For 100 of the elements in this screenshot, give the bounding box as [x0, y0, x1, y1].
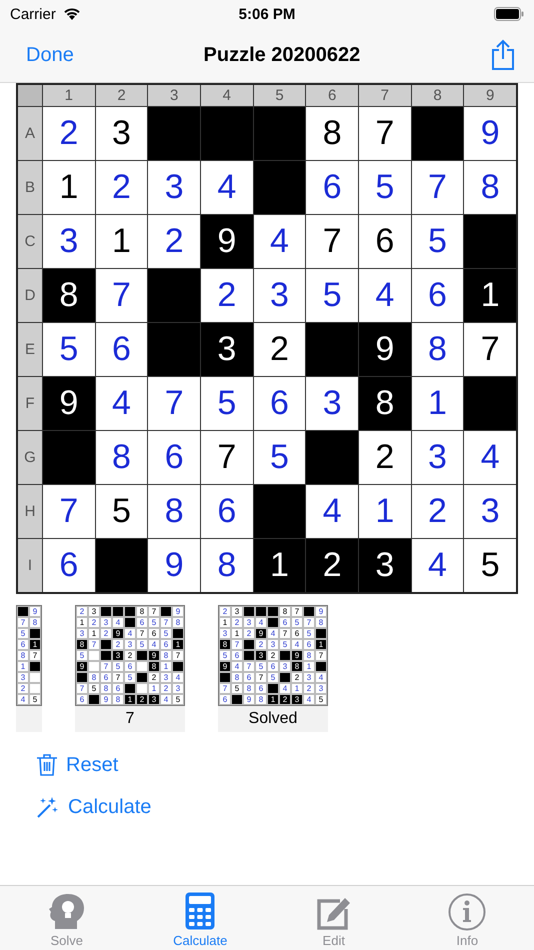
grid-cell[interactable]: 7	[96, 269, 148, 322]
grid-cell[interactable]	[43, 431, 95, 484]
action-link[interactable]: Reset	[36, 753, 118, 777]
grid-cell[interactable]	[464, 377, 516, 430]
grid-cell[interactable]	[306, 431, 358, 484]
grid-cell[interactable]	[254, 107, 306, 160]
trash-icon	[36, 753, 58, 777]
grid-cell[interactable]: 5	[43, 323, 95, 376]
grid-cell[interactable]: 6	[201, 485, 253, 538]
column-header: 5	[254, 85, 306, 106]
row-header: I	[18, 539, 42, 592]
tab-item[interactable]: Calculate	[134, 886, 267, 950]
grid-cell[interactable]: 9	[148, 539, 200, 592]
grid-cell[interactable]	[96, 539, 148, 592]
grid-cell[interactable]: 6	[254, 377, 306, 430]
grid-cell[interactable]: 8	[412, 323, 464, 376]
grid-cell[interactable]: 9	[201, 215, 253, 268]
grid-cell[interactable]: 5	[254, 431, 306, 484]
row-header: D	[18, 269, 42, 322]
grid-cell[interactable]: 3	[359, 539, 411, 592]
grid-cell[interactable]: 8	[148, 485, 200, 538]
grid-cell[interactable]: 1	[359, 485, 411, 538]
grid-cell[interactable]: 2	[43, 107, 95, 160]
share-icon[interactable]	[490, 39, 516, 71]
grid-cell[interactable]: 2	[201, 269, 253, 322]
grid-cell[interactable]: 7	[148, 377, 200, 430]
grid-cell[interactable]: 7	[412, 161, 464, 214]
column-header: 2	[96, 85, 148, 106]
grid-cell[interactable]: 3	[306, 377, 358, 430]
grid-cell[interactable]: 5	[464, 539, 516, 592]
grid-cell[interactable]: 2	[412, 485, 464, 538]
calculator-icon	[184, 891, 216, 931]
grid-cell[interactable]: 4	[254, 215, 306, 268]
grid-cell[interactable]	[412, 107, 464, 160]
grid-cell[interactable]: 7	[464, 323, 516, 376]
grid-cell[interactable]: 9	[359, 323, 411, 376]
thumbnail-grid[interactable]: 2 3 8 7 9 1 2 3 4 6 5 7 8 3 1 2 9 4 7 6 5 8 7 2 3 5 4 6 1 5 3 2 9 8 7 9 7 5 6 8 1 8 6 7 5 2 3 4 7 5 8 6 1 2 3 6 9 8 1 2 3 4 5	[75, 605, 185, 706]
grid-cell[interactable]: 1	[254, 539, 306, 592]
thumbnail-grid[interactable]: 9 7 8 5 6 1 8 7 1 3 2 4 5	[16, 605, 42, 706]
grid-cell[interactable]: 2	[254, 323, 306, 376]
grid-cell[interactable]: 5	[306, 269, 358, 322]
grid-cell[interactable]: 4	[464, 431, 516, 484]
grid-cell[interactable]: 2	[306, 539, 358, 592]
thumbnail-grid[interactable]: 2 3 8 7 9 1 2 3 4 6 5 7 8 3 1 2 9 4 7 6 5 8 7 2 3 5 4 6 1 5 6 3 2 9 8 7 9 4 7 5 6 3 8 1 8 6 7 5 2 3 4 7 5 8 6 4 1 2 3 6 9 8 1 2 3 4 5	[218, 605, 328, 706]
grid-cell[interactable]: 5	[96, 485, 148, 538]
grid-cell[interactable]: 6	[359, 215, 411, 268]
grid-cell[interactable]: 8	[96, 431, 148, 484]
grid-cell[interactable]: 6	[306, 161, 358, 214]
grid-cell[interactable]: 8	[201, 539, 253, 592]
grid-cell[interactable]: 2	[359, 431, 411, 484]
grid-cell[interactable]: 1	[96, 215, 148, 268]
grid-cell[interactable]	[148, 323, 200, 376]
grid-cell[interactable]: 2	[96, 161, 148, 214]
grid-cell[interactable]: 3	[201, 323, 253, 376]
row-header: A	[18, 107, 42, 160]
grid-cell[interactable]: 4	[306, 485, 358, 538]
grid-cell[interactable]: 5	[201, 377, 253, 430]
grid-cell[interactable]: 8	[464, 161, 516, 214]
grid-cell[interactable]	[306, 323, 358, 376]
action-link[interactable]: Calculate	[36, 795, 152, 819]
grid-cell[interactable]	[254, 161, 306, 214]
grid-cell[interactable]: 7	[43, 485, 95, 538]
grid-cell[interactable]: 7	[359, 107, 411, 160]
grid-cell[interactable]: 7	[201, 431, 253, 484]
grid-cell[interactable]: 3	[43, 215, 95, 268]
grid-cell[interactable]: 2	[148, 215, 200, 268]
grid-cell[interactable]: 7	[306, 215, 358, 268]
grid-cell[interactable]: 3	[148, 161, 200, 214]
grid-cell[interactable]: 6	[148, 431, 200, 484]
grid-cell[interactable]: 3	[254, 269, 306, 322]
grid-cell[interactable]: 4	[412, 539, 464, 592]
row-header: F	[18, 377, 42, 430]
thumbnail-label: 7	[75, 706, 185, 732]
grid-cell[interactable]: 6	[43, 539, 95, 592]
grid-cell[interactable]: 5	[412, 215, 464, 268]
grid-cell[interactable]: 8	[43, 269, 95, 322]
grid-cell[interactable]	[464, 215, 516, 268]
grid-cell[interactable]: 4	[201, 161, 253, 214]
grid-cell[interactable]: 3	[464, 485, 516, 538]
done-button[interactable]: Done	[26, 44, 74, 66]
grid-cell[interactable]	[148, 107, 200, 160]
grid-cell[interactable]: 8	[359, 377, 411, 430]
grid-cell[interactable]: 1	[464, 269, 516, 322]
grid-cell[interactable]	[148, 269, 200, 322]
grid-cell[interactable]: 3	[96, 107, 148, 160]
grid-cell[interactable]	[201, 107, 253, 160]
grid-cell[interactable]: 1	[412, 377, 464, 430]
grid-cell[interactable]: 4	[359, 269, 411, 322]
wifi-icon	[62, 7, 82, 21]
grid-cell[interactable]: 1	[43, 161, 95, 214]
grid-cell[interactable]: 8	[306, 107, 358, 160]
grid-cell[interactable]: 9	[464, 107, 516, 160]
grid-cell[interactable]: 6	[412, 269, 464, 322]
grid-cell[interactable]: 4	[96, 377, 148, 430]
grid-cell[interactable]: 5	[359, 161, 411, 214]
grid-cell[interactable]	[254, 485, 306, 538]
row-header: G	[18, 431, 42, 484]
grid-cell[interactable]: 6	[96, 323, 148, 376]
grid-cell[interactable]: 3	[412, 431, 464, 484]
grid-cell[interactable]: 9	[43, 377, 95, 430]
